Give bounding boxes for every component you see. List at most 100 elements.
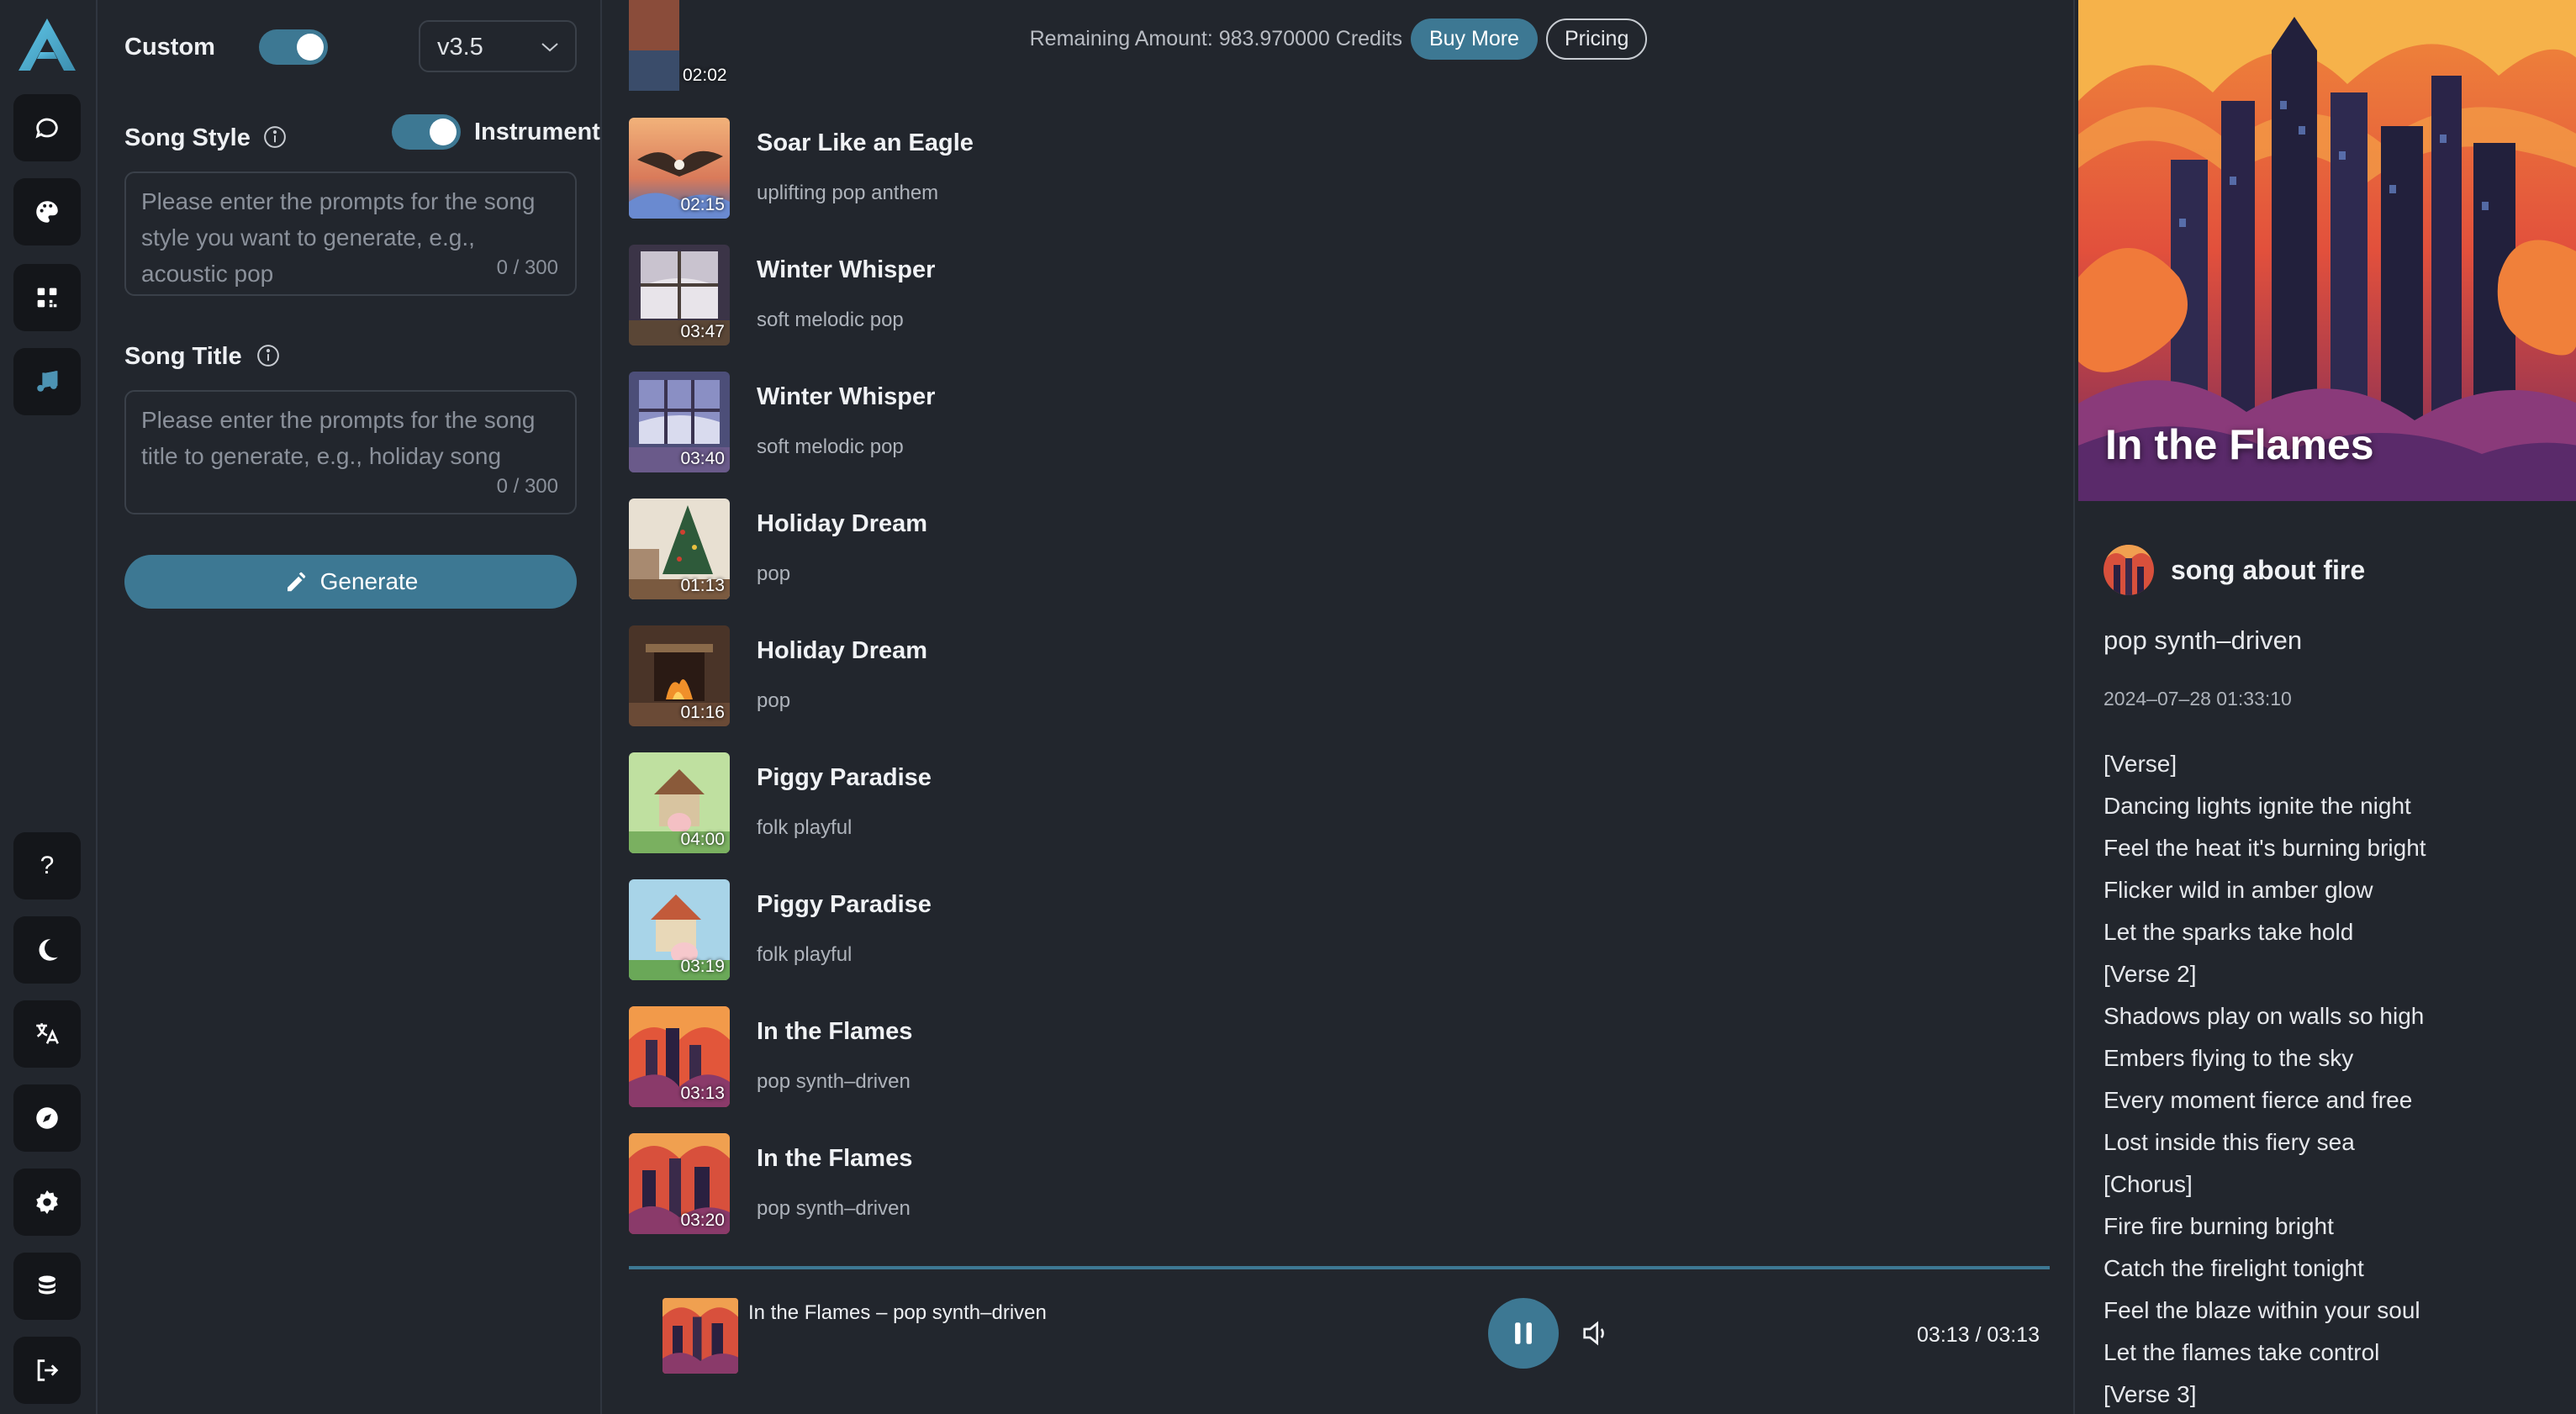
song-author: song about fire bbox=[2171, 555, 2366, 585]
lyric-line: Feel the blaze within your soul bbox=[2104, 1297, 2420, 1323]
buy-more-button[interactable]: Buy More bbox=[1410, 18, 1538, 60]
pricing-button[interactable]: Pricing bbox=[1545, 18, 1648, 60]
palette-button[interactable] bbox=[13, 178, 81, 245]
avatar bbox=[2104, 545, 2154, 595]
song-item[interactable]: 03:47 Winter Whisper soft melodic pop bbox=[629, 245, 1554, 354]
compass-icon bbox=[36, 1107, 58, 1129]
pencil-icon bbox=[287, 572, 305, 592]
palette-icon bbox=[36, 201, 58, 223]
song-title: Winter Whisper bbox=[757, 256, 936, 283]
avatar-art bbox=[2104, 545, 2154, 595]
song-thumbnail: 03:19 bbox=[629, 879, 730, 980]
song-item[interactable]: 03:13 In the Flames pop synth–driven bbox=[629, 1006, 1554, 1116]
song-title: Holiday Dream bbox=[757, 510, 928, 537]
lyric-line: Every moment fierce and free bbox=[2104, 1087, 2413, 1113]
song-style: pop synth–driven bbox=[757, 1197, 911, 1220]
song-item[interactable]: 03:20 In the Flames pop synth–driven bbox=[629, 1133, 1554, 1243]
instrument-label: Instrument bbox=[474, 119, 600, 145]
music-button[interactable] bbox=[13, 348, 81, 415]
song-style: soft melodic pop bbox=[757, 309, 904, 331]
song-item[interactable]: 03:40 Winter Whisper soft melodic pop bbox=[629, 372, 1554, 481]
song-style: pop bbox=[757, 689, 791, 712]
instrument-toggle[interactable] bbox=[392, 114, 461, 150]
moon-icon bbox=[39, 939, 58, 961]
song-title-input[interactable]: Please enter the prompts for the song ti… bbox=[124, 390, 577, 514]
song-duration: 02:15 bbox=[680, 195, 725, 214]
song-style: folk playful bbox=[757, 943, 853, 966]
song-item[interactable]: 04:00 Piggy Paradise folk playful bbox=[629, 752, 1554, 862]
song-thumbnail: 03:47 bbox=[629, 245, 730, 346]
song-thumbnail: 03:13 bbox=[629, 1006, 730, 1107]
coins-icon bbox=[39, 1275, 55, 1295]
apps-button[interactable] bbox=[13, 264, 81, 331]
song-item[interactable]: 02:15 Soar Like an Eagle uplifting pop a… bbox=[629, 118, 1554, 227]
song-title: In the Flames bbox=[757, 1018, 913, 1045]
app-logo[interactable] bbox=[17, 17, 77, 72]
player-progress-bar[interactable] bbox=[629, 1266, 2050, 1269]
version-select[interactable]: v3.5 bbox=[419, 20, 577, 72]
song-detail-style: pop synth–driven bbox=[2104, 625, 2303, 655]
song-style-placeholder: Please enter the prompts for the song st… bbox=[141, 188, 536, 287]
credits-bar: Remaining Amount: 983.970000 Credits Buy… bbox=[604, 18, 2073, 60]
custom-label: Custom bbox=[124, 34, 215, 61]
song-thumbnail: 02:15 bbox=[629, 118, 730, 219]
music-icon bbox=[37, 371, 58, 392]
generate-label: Generate bbox=[319, 568, 419, 594]
volume-icon[interactable] bbox=[1579, 1316, 1613, 1350]
song-duration: 03:47 bbox=[680, 322, 725, 341]
lyric-line: [Chorus] bbox=[2104, 1171, 2193, 1197]
song-duration: 03:13 bbox=[680, 1084, 725, 1103]
chat-button[interactable] bbox=[13, 94, 81, 161]
generate-button[interactable]: Generate bbox=[124, 555, 577, 609]
lyric-line: Feel the heat it's burning bright bbox=[2104, 835, 2426, 861]
song-duration: 01:16 bbox=[680, 703, 725, 722]
song-detail-panel: In the Flames song about fire pop synth–… bbox=[2073, 0, 2576, 1414]
pause-button[interactable] bbox=[1488, 1298, 1559, 1369]
song-title: In the Flames bbox=[757, 1145, 913, 1172]
remaining-credits: Remaining Amount: 983.970000 Credits bbox=[1029, 27, 1402, 50]
lyric-line: [Verse 2] bbox=[2104, 961, 2197, 987]
song-item[interactable]: 01:16 Holiday Dream pop bbox=[629, 625, 1554, 735]
language-button[interactable] bbox=[13, 1000, 81, 1068]
help-button[interactable]: ? bbox=[13, 832, 81, 900]
lyric-line: Shadows play on walls so high bbox=[2104, 1003, 2425, 1029]
song-style-label: Song Style bbox=[124, 124, 251, 151]
song-title-placeholder: Please enter the prompts for the song ti… bbox=[141, 407, 536, 469]
song-style-count: 0 / 300 bbox=[496, 256, 558, 279]
lyric-line: Embers flying to the sky bbox=[2104, 1045, 2354, 1071]
theme-button[interactable] bbox=[13, 916, 81, 984]
song-thumbnail: 01:16 bbox=[629, 625, 730, 726]
song-style-input[interactable]: Please enter the prompts for the song st… bbox=[124, 171, 577, 296]
lyric-line: Catch the firelight tonight bbox=[2104, 1255, 2364, 1281]
help-icon: ? bbox=[40, 852, 55, 879]
custom-toggle[interactable] bbox=[259, 29, 328, 65]
credits-button[interactable] bbox=[13, 1253, 81, 1320]
song-duration: 03:20 bbox=[680, 1211, 725, 1230]
lyric-line: Let the sparks take hold bbox=[2104, 919, 2354, 945]
player-thumbnail bbox=[662, 1298, 738, 1374]
song-title: Piggy Paradise bbox=[757, 764, 932, 791]
song-item[interactable]: 01:13 Holiday Dream pop bbox=[629, 499, 1554, 608]
explore-button[interactable] bbox=[13, 1084, 81, 1152]
lyrics: [Verse] Dancing lights ignite the night … bbox=[2104, 743, 2426, 1414]
pause-icon bbox=[1515, 1322, 1532, 1344]
info-icon[interactable] bbox=[256, 343, 281, 368]
settings-button[interactable] bbox=[13, 1169, 81, 1236]
song-created-date: 2024–07–28 01:33:10 bbox=[2104, 688, 2292, 710]
logout-icon bbox=[37, 1359, 59, 1381]
info-icon[interactable] bbox=[262, 124, 288, 150]
song-duration: 04:00 bbox=[680, 830, 725, 849]
now-playing-text: In the Flames – pop synth–driven bbox=[748, 1301, 1047, 1324]
lyric-line: Flicker wild in amber glow bbox=[2104, 877, 2373, 903]
song-style: pop synth–driven bbox=[757, 1070, 911, 1093]
partial-song-thumbnail[interactable]: 02:02 bbox=[629, 0, 730, 91]
gear-icon bbox=[36, 1190, 58, 1215]
song-duration: 01:13 bbox=[680, 576, 725, 595]
song-title: Winter Whisper bbox=[757, 383, 936, 410]
apps-icon bbox=[37, 288, 57, 308]
logout-button[interactable] bbox=[13, 1337, 81, 1404]
song-style: soft melodic pop bbox=[757, 435, 904, 458]
song-item[interactable]: 03:19 Piggy Paradise folk playful bbox=[629, 879, 1554, 989]
lyric-line: [Verse] bbox=[2104, 751, 2177, 777]
song-duration: 02:02 bbox=[683, 66, 727, 85]
